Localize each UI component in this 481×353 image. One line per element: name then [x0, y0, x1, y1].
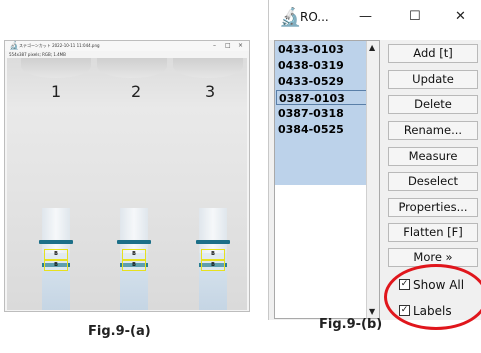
roi-list-item[interactable]: 0433-0529: [276, 74, 370, 89]
control-band-2: [117, 240, 151, 244]
close-button[interactable]: ✕: [455, 8, 466, 26]
roi-list-item[interactable]: 0438-0319: [276, 58, 370, 73]
lane-number-1: 1: [51, 82, 62, 101]
minimize-button[interactable]: —: [359, 8, 372, 26]
highlight-ellipse: [384, 264, 481, 330]
control-band-1: [39, 240, 73, 244]
add-button[interactable]: Add [t]: [388, 44, 478, 63]
rename-button[interactable]: Rename...: [388, 121, 478, 140]
image-window-title: ステゴーンカット 2022-10-11 11:044.png: [19, 43, 100, 48]
roi-list-item-focused[interactable]: 0387-0103: [276, 90, 370, 105]
test-strip-photo[interactable]: 1 2 3 B B B B B B: [7, 58, 247, 310]
roi-label-lower-3: B: [211, 262, 215, 268]
roi-list-item[interactable]: 0384-0525: [276, 122, 370, 137]
roi-manager-titlebar[interactable]: 🔬 RO... — ☐ ✕: [269, 0, 481, 40]
roi-manager-title: RO...: [300, 10, 329, 24]
roi-label-upper-2: B: [132, 251, 136, 257]
roi-label-upper-3: B: [211, 251, 215, 257]
control-band-3: [196, 240, 230, 244]
roi-list-item[interactable]: 0433-0103: [276, 42, 370, 57]
microscope-icon: 🔬: [279, 7, 302, 28]
scroll-up-arrow-icon[interactable]: ▲: [369, 44, 375, 52]
scroll-down-arrow-icon[interactable]: ▼: [369, 308, 375, 316]
update-button[interactable]: Update: [388, 70, 478, 89]
roi-label-lower-2: B: [132, 262, 136, 268]
roi-list[interactable]: 0433-0103 0438-0319 0433-0529 0387-0103 …: [274, 40, 380, 319]
cap-shadow-1: [21, 58, 91, 78]
maximize-button[interactable]: □: [225, 42, 231, 49]
image-window-titlebar[interactable]: 🔬 ステゴーンカット 2022-10-11 11:044.png – □ ×: [5, 41, 249, 51]
figure-caption-b: Fig.9-(b): [319, 317, 383, 332]
minimize-button[interactable]: –: [213, 42, 216, 49]
close-button[interactable]: ×: [238, 42, 243, 49]
roi-list-scrollbar[interactable]: ▲ ▼: [366, 41, 379, 318]
image-info: 554x387 pixels; RGB; 1.4MB: [9, 52, 66, 57]
lane-number-3: 3: [205, 82, 216, 101]
cap-shadow-3: [173, 58, 243, 78]
cap-shadow-2: [97, 58, 167, 78]
maximize-button[interactable]: ☐: [409, 8, 421, 26]
roi-list-item[interactable]: 0387-0318: [276, 106, 370, 121]
measure-button[interactable]: Measure: [388, 147, 478, 166]
figure-caption-a: Fig.9-(a): [88, 324, 151, 339]
image-window: 🔬 ステゴーンカット 2022-10-11 11:044.png – □ × 5…: [4, 40, 250, 312]
roi-label-upper-1: B: [54, 251, 58, 257]
flatten-button[interactable]: Flatten [F]: [388, 223, 478, 242]
roi-label-lower-1: B: [54, 262, 58, 268]
properties-button[interactable]: Properties...: [388, 198, 478, 217]
deselect-button[interactable]: Deselect: [388, 172, 478, 191]
lane-number-2: 2: [131, 82, 142, 101]
microscope-icon: 🔬: [9, 41, 19, 50]
delete-button[interactable]: Delete: [388, 95, 478, 114]
